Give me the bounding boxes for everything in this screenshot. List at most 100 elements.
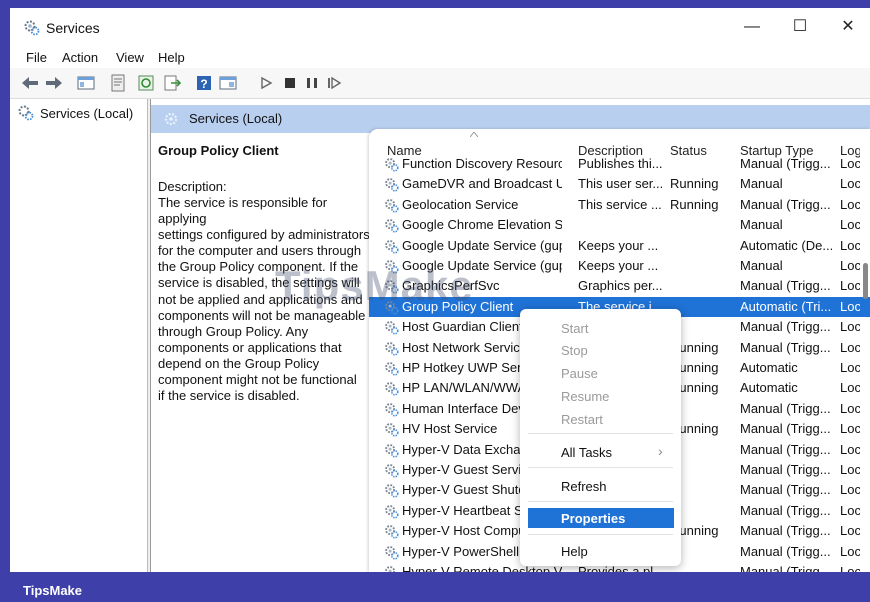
description-line: if the service is disabled. <box>158 388 300 404</box>
console-icon[interactable] <box>218 73 238 93</box>
service-log-on: Loc <box>840 196 860 212</box>
description-line: components will not be manageable <box>158 307 366 323</box>
service-name: Function Discovery Resourc... <box>402 156 562 171</box>
description-line: through Group Policy. Any <box>158 323 309 339</box>
stop-icon[interactable] <box>280 73 300 93</box>
service-startup-type: Automatic (Tri... <box>740 298 832 314</box>
service-log-on: Loc <box>840 523 860 539</box>
service-log-on: Loc <box>840 360 860 375</box>
table-row[interactable]: Geolocation Service This service ... Runni… <box>369 195 870 215</box>
ctx-restart[interactable]: Restart <box>561 412 603 427</box>
service-startup-type: Manual (Trigg... <box>740 400 831 416</box>
export-list-icon[interactable] <box>162 73 182 93</box>
ctx-all-tasks[interactable]: All Tasks <box>561 445 612 460</box>
tree-item-services-local[interactable]: Services (Local) <box>18 105 133 121</box>
service-startup-type: Manual (Trigg... <box>740 319 831 335</box>
menu-bar: File Action View Help <box>10 46 870 68</box>
description-label: Description: <box>158 179 227 194</box>
service-startup-type: Manual <box>740 217 783 233</box>
service-startup-type: Automatic <box>740 380 798 396</box>
toolbar: ? <box>10 68 870 99</box>
ctx-properties[interactable]: Properties <box>561 511 625 526</box>
context-menu: Start Stop Pause Resume Restart All Task… <box>520 309 681 566</box>
forward-arrow-icon[interactable] <box>44 73 64 93</box>
service-log-on: Loc <box>840 441 860 457</box>
ctx-refresh[interactable]: Refresh <box>561 479 607 494</box>
service-name: GameDVR and Broadcast Us... <box>402 176 562 192</box>
service-status: Running <box>670 196 719 212</box>
service-description: This service ... <box>578 196 662 212</box>
ctx-resume[interactable]: Resume <box>561 389 609 404</box>
service-name: Google Chrome Elevation Se... <box>402 217 562 233</box>
service-startup-type: Manual (Trigg... <box>740 278 831 294</box>
pause-icon[interactable] <box>302 73 322 93</box>
close-button[interactable]: ✕ <box>828 14 868 40</box>
service-gear-icon <box>385 402 399 417</box>
menu-action[interactable]: Action <box>62 50 98 65</box>
service-gear-icon <box>385 484 399 498</box>
service-startup-type: Manual (Trigg... <box>740 523 831 539</box>
service-startup-type: Manual (Trigg... <box>740 441 831 457</box>
ctx-separator <box>528 433 673 434</box>
service-gear-icon <box>385 382 399 396</box>
sort-arrow-icon <box>470 132 478 137</box>
footer-brand: TipsMake <box>23 583 83 598</box>
service-log-on: Loc <box>840 564 860 572</box>
description-line: depend on the Group Policy <box>158 355 320 371</box>
service-log-on: Loc <box>840 156 860 171</box>
resume-icon[interactable] <box>324 73 344 93</box>
ctx-stop[interactable]: Stop <box>561 343 588 358</box>
service-startup-type: Manual <box>740 258 783 273</box>
service-log-on: Loc <box>840 543 860 559</box>
services-pane: Services (Local) Group Policy Client Des… <box>150 99 870 572</box>
table-row[interactable]: Google Chrome Elevation Se... Manual Loc <box>369 215 870 235</box>
service-startup-type: Manual (Trigg... <box>740 482 831 498</box>
table-row[interactable]: Function Discovery Resourc... Publishes t… <box>369 154 870 174</box>
ctx-separator <box>528 501 673 502</box>
service-gear-icon <box>385 219 399 233</box>
ctx-separator <box>528 467 673 468</box>
service-log-on: Loc <box>840 482 860 498</box>
service-log-on: Loc <box>840 176 860 192</box>
selected-service-name: Group Policy Client <box>158 143 279 158</box>
service-log-on: Loc <box>840 298 860 314</box>
service-startup-type: Manual (Trigg... <box>740 421 831 437</box>
menu-view[interactable]: View <box>116 50 144 65</box>
service-startup-type: Manual (Trigg... <box>740 502 831 518</box>
service-gear-icon <box>385 239 399 254</box>
service-log-on: Loc <box>840 319 860 335</box>
footer-bar: TipsMake <box>0 572 870 602</box>
ctx-start[interactable]: Start <box>561 321 588 336</box>
table-row[interactable]: GameDVR and Broadcast Us... This user ser… <box>369 174 870 194</box>
service-gear-icon <box>385 423 399 437</box>
minimize-button[interactable]: — <box>732 14 772 40</box>
service-startup-type: Manual (Trigg... <box>740 564 831 572</box>
service-gear-icon <box>385 178 399 192</box>
ctx-help[interactable]: Help <box>561 544 588 559</box>
ctx-pause[interactable]: Pause <box>561 366 598 381</box>
service-gear-icon <box>385 443 399 458</box>
scrollbar-thumb[interactable] <box>863 263 868 299</box>
service-startup-type: Manual (Trigg... <box>740 156 831 171</box>
table-row[interactable]: Google Update Service (gup... Keeps your … <box>369 236 870 256</box>
menu-file[interactable]: File <box>26 50 47 65</box>
console-tree-icon[interactable] <box>76 73 96 93</box>
properties-icon[interactable] <box>108 73 128 93</box>
service-description: Keeps your ... <box>578 237 659 253</box>
back-arrow-icon[interactable] <box>20 73 40 93</box>
service-startup-type: Manual (Trigg... <box>740 196 831 212</box>
service-gear-icon <box>385 545 399 560</box>
watermark-logo: TipsMake <box>275 262 474 309</box>
play-icon[interactable] <box>256 73 276 93</box>
column-header: Name Description Status Startup Type Log <box>369 129 870 158</box>
refresh-icon[interactable] <box>136 73 156 93</box>
menu-help[interactable]: Help <box>158 50 185 65</box>
service-description: Graphics per... <box>578 278 662 294</box>
maximize-button[interactable]: ☐ <box>780 14 820 40</box>
service-gear-icon <box>385 362 399 376</box>
service-startup-type: Automatic (De... <box>740 237 832 253</box>
service-name: Google Update Service (gup... <box>402 237 562 253</box>
service-startup-type: Manual (Trigg... <box>740 543 831 559</box>
help-icon[interactable]: ? <box>194 73 214 93</box>
description-line: for the computer and users through <box>158 243 362 259</box>
